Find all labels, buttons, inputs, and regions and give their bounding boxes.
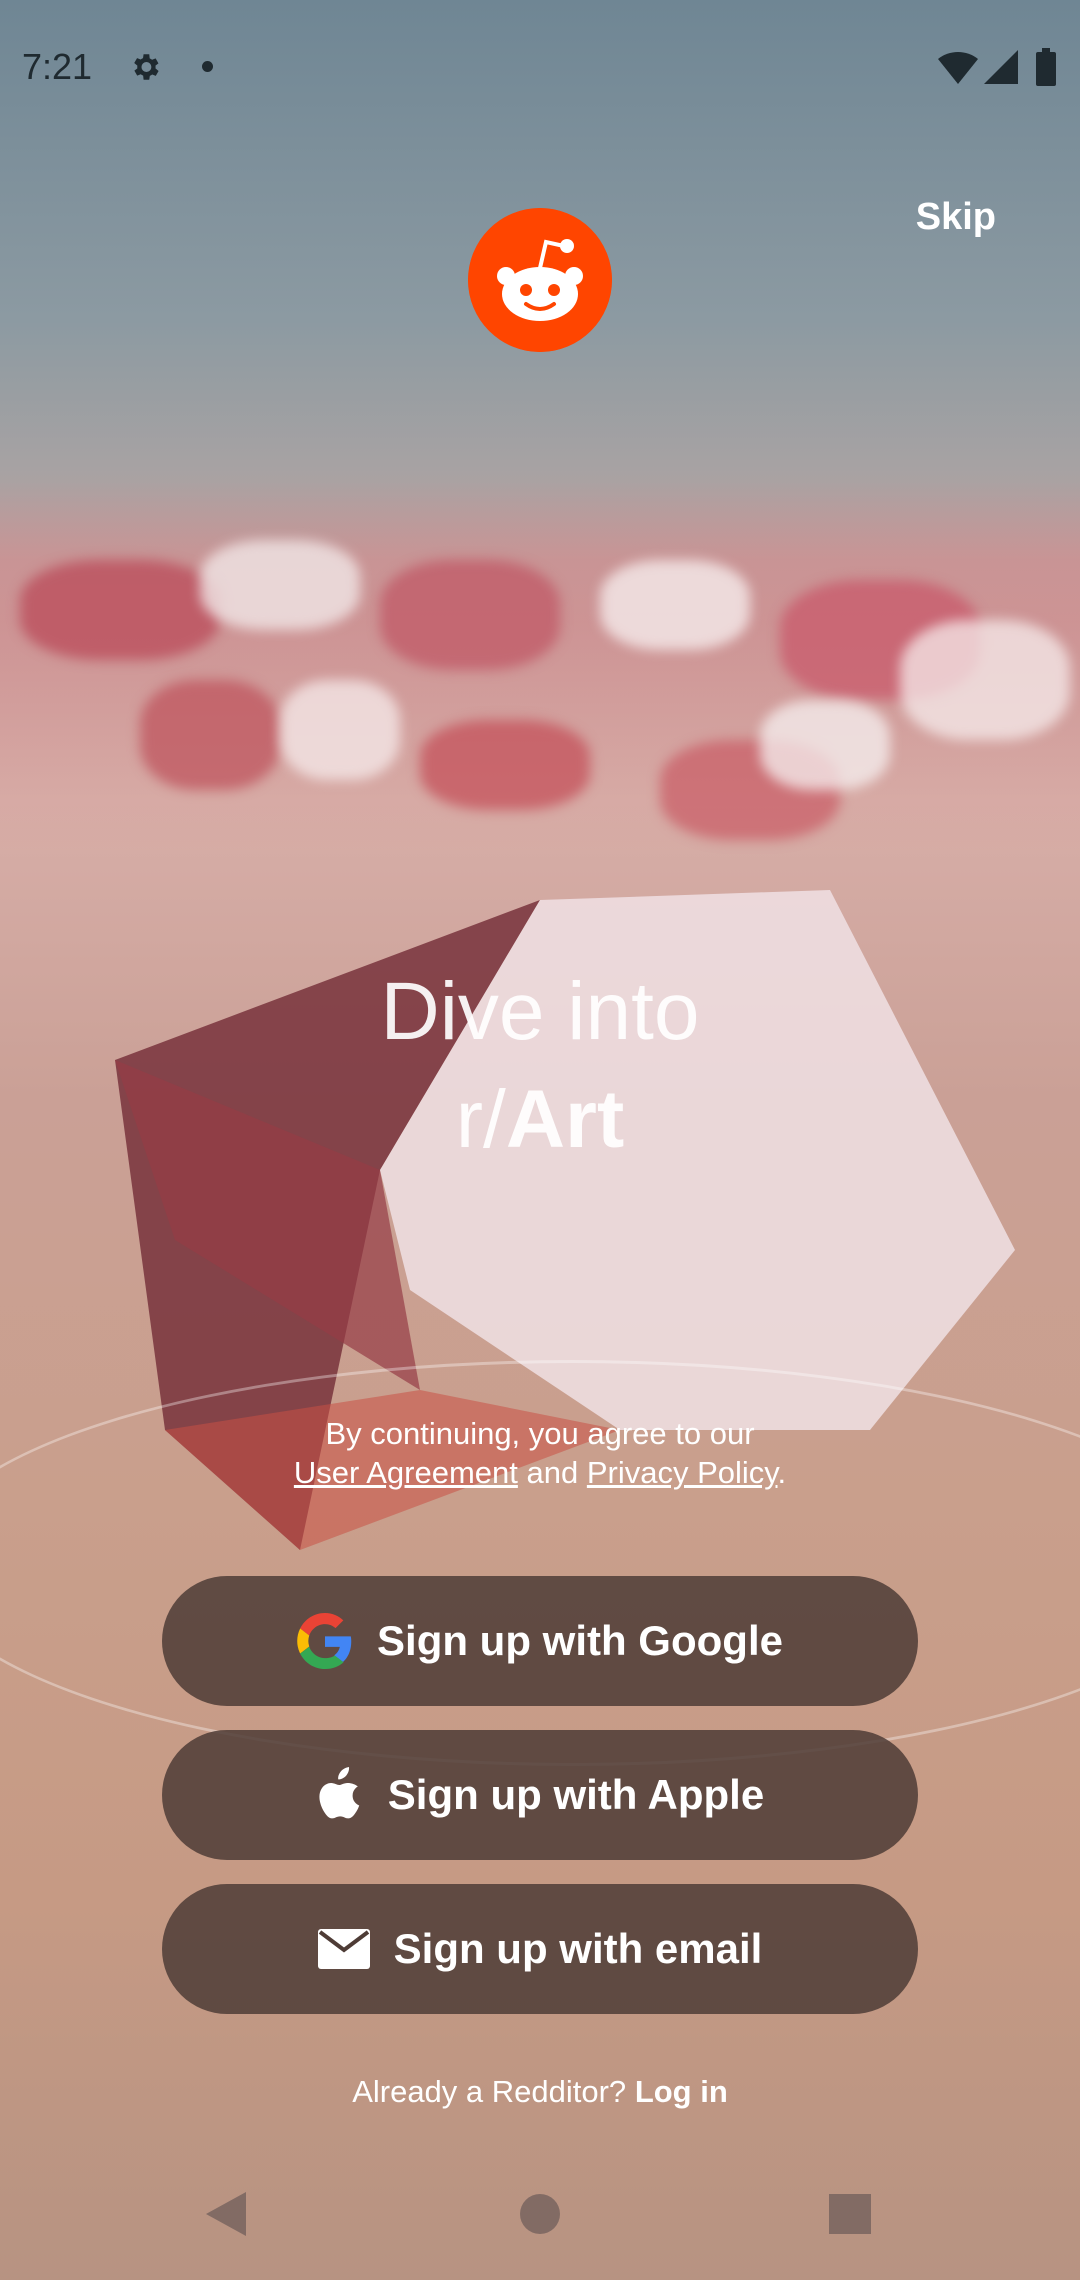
privacy-policy-link[interactable]: Privacy Policy: [587, 1455, 778, 1490]
apple-signup-button[interactable]: Sign up with Apple: [162, 1730, 918, 1860]
status-bar: 7:21: [0, 0, 1080, 130]
skip-button[interactable]: Skip: [916, 196, 996, 239]
bg-shape: [380, 560, 560, 670]
legal-prefix: By continuing, you agree to our: [325, 1416, 755, 1451]
bg-shape: [20, 560, 220, 660]
reddit-logo-icon: [468, 208, 612, 352]
system-nav-bar: [206, 2192, 871, 2236]
hero-prefix: r/: [455, 1074, 506, 1165]
apple-icon: [316, 1767, 364, 1823]
battery-icon: [1036, 48, 1056, 86]
nav-home-icon: [520, 2194, 560, 2234]
bg-shape: [200, 540, 360, 630]
hero-line-2: r/Art: [0, 1066, 1080, 1174]
email-signup-label: Sign up with email: [393, 1925, 763, 1972]
nav-recents-icon: [829, 2194, 871, 2234]
user-agreement-link[interactable]: User Agreement: [294, 1455, 518, 1490]
legal-suffix: .: [777, 1455, 787, 1490]
google-icon: [297, 1613, 353, 1669]
nav-back-icon: [206, 2192, 246, 2236]
login-prompt-text: Already a Redditor?: [352, 2074, 627, 2109]
hero-headline: Dive into r/Art: [0, 958, 1080, 1174]
hero-subreddit: Art: [505, 1074, 625, 1165]
settings-icon: [134, 54, 159, 80]
hero-line-1: Dive into: [380, 966, 700, 1057]
bg-shape: [760, 700, 890, 790]
login-link[interactable]: Log in: [635, 2074, 728, 2109]
bg-shape: [280, 680, 400, 780]
email-icon: [317, 1929, 370, 1969]
signal-icon: [984, 50, 1018, 84]
legal-notice: By continuing, you agree to our User Agr…: [0, 1414, 1080, 1492]
bg-shape: [900, 620, 1070, 740]
google-signup-label: Sign up with Google: [377, 1617, 783, 1664]
notification-dot-icon: [202, 61, 213, 72]
legal-and: and: [526, 1455, 579, 1490]
status-time: 7:21: [22, 46, 93, 87]
apple-signup-label: Sign up with Apple: [387, 1771, 765, 1818]
login-prompt: Already a Redditor? Log in: [0, 2074, 1080, 2110]
email-signup-button[interactable]: Sign up with email: [162, 1884, 918, 2014]
google-signup-button[interactable]: Sign up with Google: [162, 1576, 918, 1706]
wifi-icon: [938, 51, 978, 84]
bg-shape: [600, 560, 750, 650]
bg-shape: [420, 720, 590, 810]
bg-shape: [140, 680, 280, 790]
